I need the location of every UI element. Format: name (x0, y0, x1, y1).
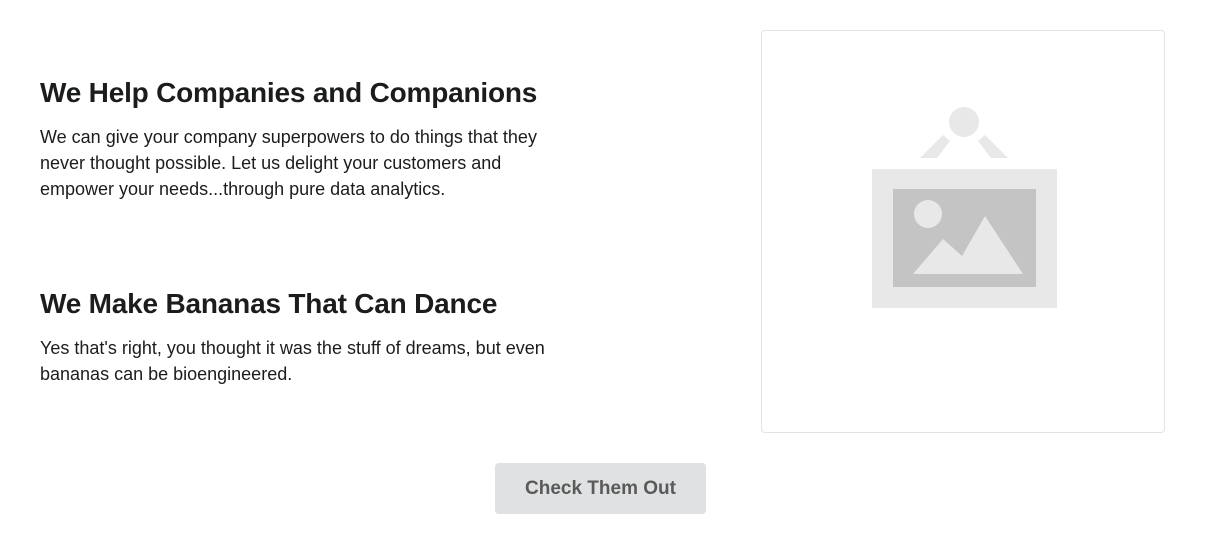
section-heading-companies: We Help Companies and Companions (40, 77, 538, 108)
section-heading-bananas: We Make Bananas That Can Dance (40, 288, 498, 319)
section-body-bananas: Yes that's right, you thought it was the… (40, 338, 545, 384)
sun-shape (914, 200, 942, 228)
image-placeholder-icon (872, 107, 1057, 308)
section-body-companies: We can give your company superpowers to … (40, 127, 537, 199)
hanger-wire-left (920, 135, 950, 158)
check-them-out-button[interactable]: Check Them Out (495, 463, 706, 514)
page: We Help Companies and Companions We can … (0, 0, 1211, 551)
image-placeholder (761, 30, 1165, 433)
hook-circle (949, 107, 979, 137)
hanger-wire-right (978, 135, 1008, 158)
